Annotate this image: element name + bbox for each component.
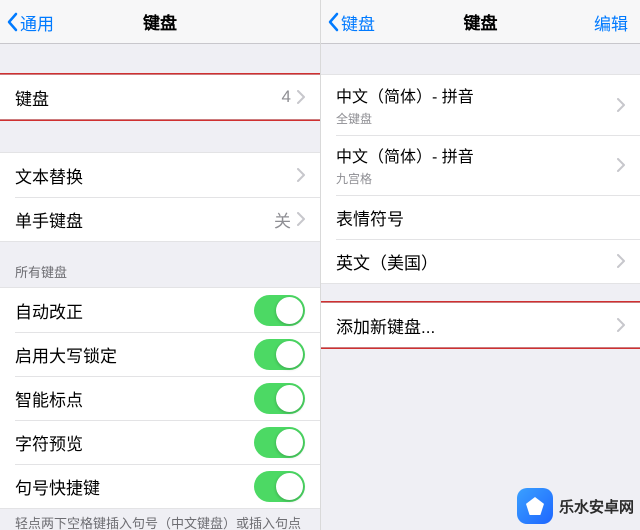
keyboard-row-english-us[interactable]: 英文（美国） <box>321 239 640 283</box>
cell-label: 文本替换 <box>15 163 297 188</box>
keyboards-count-group: 键盘 4 <box>0 74 320 120</box>
caps-lock-row: 启用大写锁定 <box>0 332 320 376</box>
keyboards-row[interactable]: 键盘 4 <box>0 75 320 119</box>
chevron-left-icon <box>6 12 18 32</box>
cell-value: 关 <box>274 207 291 232</box>
navbar-left: 通用 键盘 <box>0 0 320 44</box>
chevron-right-icon <box>617 98 625 112</box>
cell-label: 键盘 <box>15 85 282 110</box>
chevron-right-icon <box>297 90 305 104</box>
cell-label: 添加新键盘... <box>336 313 617 338</box>
watermark-logo-icon <box>517 488 553 524</box>
text-replacement-row[interactable]: 文本替换 <box>0 153 320 197</box>
cell-sublabel: 九宫格 <box>336 170 617 187</box>
char-preview-toggle[interactable] <box>254 427 305 458</box>
cell-label: 句号快捷键 <box>15 474 254 499</box>
keyboard-row-pinyin-full[interactable]: 中文（简体）- 拼音 全键盘 <box>321 75 640 135</box>
chevron-right-icon <box>297 212 305 226</box>
add-new-keyboard-row[interactable]: 添加新键盘... <box>321 303 640 347</box>
cell-label: 中文（简体）- 拼音 <box>336 143 617 167</box>
one-handed-row[interactable]: 单手键盘 关 <box>0 197 320 241</box>
cell-label: 英文（美国） <box>336 249 617 274</box>
nav-edit-button[interactable]: 编辑 <box>594 0 628 44</box>
nav-back-label: 通用 <box>20 10 54 35</box>
navbar-right: 键盘 键盘 编辑 <box>321 0 640 44</box>
period-shortcut-toggle[interactable] <box>254 471 305 502</box>
cell-label: 自动改正 <box>15 298 254 323</box>
cell-label: 启用大写锁定 <box>15 342 254 367</box>
add-keyboard-group: 添加新键盘... <box>321 302 640 348</box>
nav-back-general[interactable]: 通用 <box>6 0 54 44</box>
smart-punct-row: 智能标点 <box>0 376 320 420</box>
keyboards-list-group: 中文（简体）- 拼音 全键盘 中文（简体）- 拼音 九宫格 表情符号 <box>321 74 640 284</box>
period-shortcut-row: 句号快捷键 <box>0 464 320 508</box>
cell-label: 表情符号 <box>336 205 625 230</box>
toggles-group: 自动改正 启用大写锁定 智能标点 字符预览 句号快捷键 <box>0 287 320 509</box>
cell-label: 智能标点 <box>15 386 254 411</box>
cell-value: 4 <box>282 87 291 107</box>
watermark: 乐水安卓网 <box>517 488 634 524</box>
chevron-right-icon <box>297 168 305 182</box>
auto-correct-row: 自动改正 <box>0 288 320 332</box>
section-footer-period: 轻点两下空格键插入句号（中文键盘）或插入句点与空格（其他键盘）。 <box>0 509 320 530</box>
nav-back-label: 键盘 <box>341 10 375 35</box>
cell-sublabel: 全键盘 <box>336 110 617 127</box>
settings-keyboard-pane: 通用 键盘 键盘 4 文本替换 单手键盘 关 <box>0 0 320 530</box>
auto-correct-toggle[interactable] <box>254 295 305 326</box>
watermark-text: 乐水安卓网 <box>559 496 634 517</box>
nav-back-keyboards[interactable]: 键盘 <box>327 0 375 44</box>
char-preview-row: 字符预览 <box>0 420 320 464</box>
nav-title: 键盘 <box>143 9 177 34</box>
smart-punct-toggle[interactable] <box>254 383 305 414</box>
keyboard-row-emoji[interactable]: 表情符号 <box>321 195 640 239</box>
caps-lock-toggle[interactable] <box>254 339 305 370</box>
cell-label: 字符预览 <box>15 430 254 455</box>
cell-label: 单手键盘 <box>15 207 274 232</box>
nav-edit-label: 编辑 <box>594 10 628 35</box>
section-header-all-keyboards: 所有键盘 <box>0 256 320 287</box>
text-group: 文本替换 单手键盘 关 <box>0 152 320 242</box>
keyboard-row-pinyin-9grid[interactable]: 中文（简体）- 拼音 九宫格 <box>321 135 640 195</box>
chevron-right-icon <box>617 158 625 172</box>
chevron-right-icon <box>617 254 625 268</box>
keyboards-list-pane: 键盘 键盘 编辑 中文（简体）- 拼音 全键盘 中文（简体）- 拼音 九宫 <box>320 0 640 530</box>
chevron-left-icon <box>327 12 339 32</box>
nav-title: 键盘 <box>464 9 498 34</box>
chevron-right-icon <box>617 318 625 332</box>
cell-label: 中文（简体）- 拼音 <box>336 83 617 107</box>
